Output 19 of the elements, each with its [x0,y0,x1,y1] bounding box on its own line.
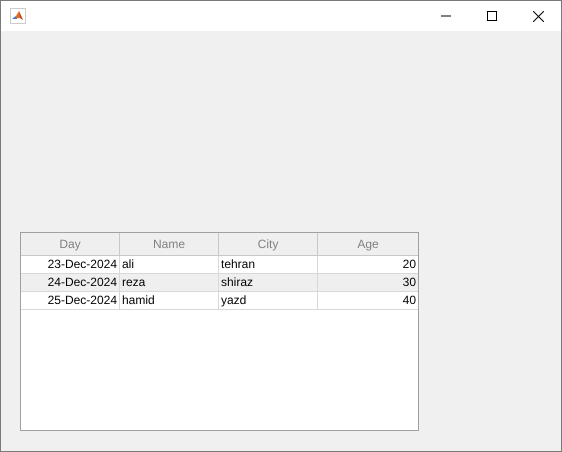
table-cell: shiraz [219,274,318,291]
table-cell: 23-Dec-2024 [21,256,120,273]
app-icon [10,8,26,24]
table-cell: reza [120,274,219,291]
column-header[interactable]: Day [21,233,120,255]
column-header[interactable]: Age [318,233,418,255]
close-icon [532,10,544,22]
table-cell: 25-Dec-2024 [21,292,120,309]
table-cell: hamid [120,292,219,309]
column-header[interactable]: City [219,233,318,255]
table-cell-text: 40 [402,292,417,309]
column-header[interactable]: Name [120,233,219,255]
table-cell: 24-Dec-2024 [21,274,120,291]
table-cell-text: 20 [402,256,417,273]
table-cell: ali [120,256,219,273]
table-cell: tehran [219,256,318,273]
table-cell-text: 30 [402,274,417,291]
table-cell: yazd [219,292,318,309]
maximize-icon [487,11,497,21]
